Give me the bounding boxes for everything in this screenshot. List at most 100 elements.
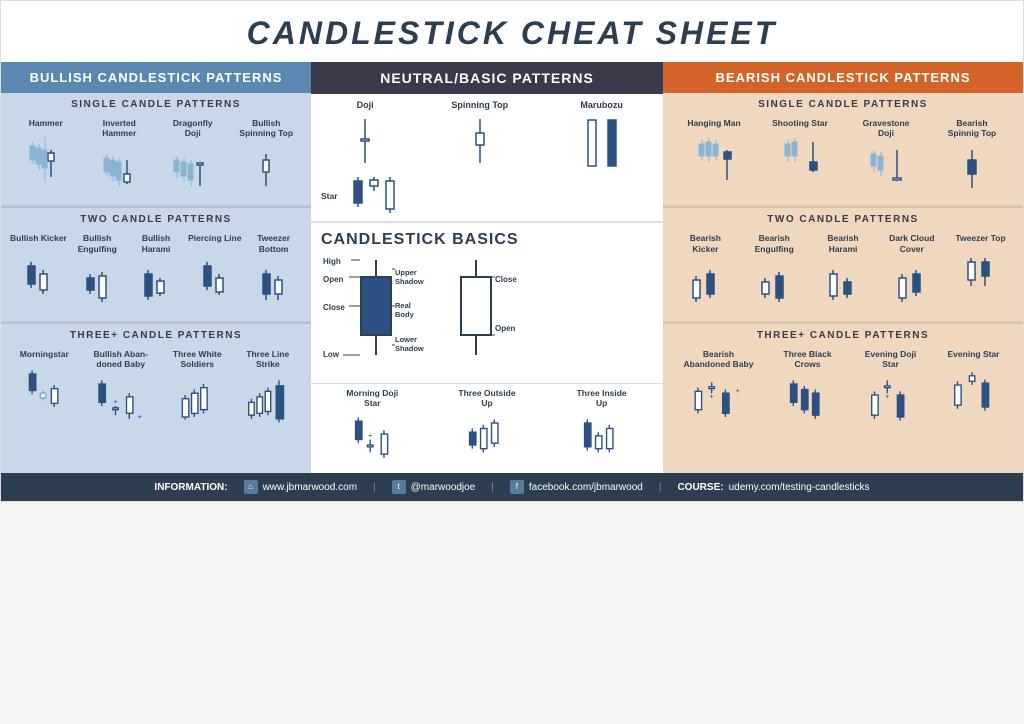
three-line-strike-icon xyxy=(240,373,295,428)
svg-text:+: + xyxy=(885,392,889,401)
pattern-bearish-harami: Bearish Harami xyxy=(814,233,872,312)
neutral-star-row: Star xyxy=(311,173,663,221)
morningstar-icon xyxy=(17,363,72,418)
pattern-three-inside-up: Three Inside Up xyxy=(573,388,631,467)
pattern-three-black-crows: Three Black Crows xyxy=(779,349,837,428)
footer-course-item: COURSE: udemy.com/testing-candlesticks xyxy=(677,482,869,493)
bearish-two-patterns: Bearish Kicker Bearish Engulfing xyxy=(663,229,1023,320)
basics-bearish-svg: High Open Close Low Upper Shadow xyxy=(321,255,441,375)
footer: INFORMATION: ⌂ www.jbmarwood.com | t @ma… xyxy=(1,473,1023,501)
bearish-abandoned-baby-icon: + + xyxy=(684,373,754,428)
bullish-three-patterns: Morningstar Bullish Aban-doned Ba xyxy=(1,345,311,436)
bearish-kicker-icon xyxy=(678,258,733,313)
basics-section: CANDLESTICK BASICS High xyxy=(311,221,663,383)
pattern-bullish-engulfing: Bullish Engulfing xyxy=(68,233,126,312)
svg-text:Shadow: Shadow xyxy=(395,344,424,353)
dark-cloud-cover-icon xyxy=(884,258,939,313)
neutral-spinning-top: Spinning Top xyxy=(451,100,508,173)
marubozu-white-icon xyxy=(584,116,600,171)
pattern-piercing-line: Piercing Line xyxy=(186,233,244,302)
bullish-two-patterns: Bullish Kicker Bullish Engulfing xyxy=(1,229,311,320)
inverted-hammer-icon xyxy=(92,142,147,197)
pattern-dragonfly-doji: Dragonfly Doji xyxy=(164,118,222,197)
pattern-evening-star: Evening Star xyxy=(945,349,1003,418)
bullish-spinning-top-icon xyxy=(239,142,294,197)
bullish-single-header: SINGLE CANDLE PATTERNS xyxy=(1,93,311,114)
bullish-three-header: THREE+ CANDLE PATTERNS xyxy=(1,323,311,345)
pattern-tweezer-top: Tweezer Top xyxy=(952,233,1010,302)
bearish-two-header: TWO CANDLE PATTERNS xyxy=(663,207,1023,229)
bullish-engulfing-icon xyxy=(70,258,125,313)
three-outside-up-icon xyxy=(459,412,514,467)
pattern-morningstar: Morningstar xyxy=(15,349,73,418)
bullish-two-header: TWO CANDLE PATTERNS xyxy=(1,207,311,229)
neutral-three-section: Morning Doji Star + xyxy=(311,383,663,473)
bullish-harami-icon xyxy=(128,258,183,313)
morning-doji-star-icon: + xyxy=(345,412,400,467)
footer-info: INFORMATION: xyxy=(154,482,227,493)
twitter-icon: t xyxy=(392,480,406,494)
pattern-bullish-spinning-top: Bullish Spinning Top xyxy=(237,118,295,197)
pattern-three-outside-up: Three Outside Up xyxy=(458,388,516,467)
gravestone-doji-icon xyxy=(859,142,914,197)
piercing-line-icon xyxy=(187,248,242,303)
hammer-icon xyxy=(18,132,73,187)
pattern-morning-doji-star: Morning Doji Star + xyxy=(343,388,401,467)
bearish-harami-icon xyxy=(815,258,870,313)
basics-diagram-bearish: High Open Close Low Upper Shadow xyxy=(321,255,441,375)
svg-text:Real: Real xyxy=(395,301,411,310)
svg-text:Open: Open xyxy=(323,275,344,284)
svg-text:+: + xyxy=(137,412,141,421)
svg-text:Open: Open xyxy=(495,324,516,333)
pattern-hanging-man: Hanging Man xyxy=(685,118,743,187)
pattern-bearish-engulfing: Bearish Engulfing xyxy=(745,233,803,312)
bullish-column: BULLISH CANDLESTICK PATTERNS SINGLE CAND… xyxy=(1,62,311,473)
svg-text:Lower: Lower xyxy=(395,335,417,344)
star-pattern-icon xyxy=(346,175,446,217)
pattern-bearish-abandoned-baby: Bearish Abandoned Baby + xyxy=(684,349,754,428)
spinning-top-icon xyxy=(466,113,494,173)
pattern-shooting-star: Shooting Star xyxy=(771,118,829,187)
svg-text:Close: Close xyxy=(323,303,345,312)
bearish-spinning-top-icon xyxy=(945,142,1000,197)
pattern-gravestone-doji: Gravestone Doji xyxy=(857,118,915,197)
shooting-star-icon xyxy=(773,132,828,187)
three-white-soldiers-icon xyxy=(170,373,225,428)
neutral-header: NEUTRAL/BASIC PATTERNS xyxy=(311,62,663,94)
bearish-single-patterns: Hanging Man xyxy=(663,114,1023,205)
basics-title: CANDLESTICK BASICS xyxy=(321,231,653,249)
bullish-single-patterns: Hammer xyxy=(1,114,311,205)
pattern-three-line-strike: Three Line Strike xyxy=(239,349,297,428)
bearish-engulfing-icon xyxy=(747,258,802,313)
tweezer-top-icon xyxy=(953,248,1008,303)
bearish-column: BEARISH CANDLESTICK PATTERNS SINGLE CAND… xyxy=(663,62,1023,473)
pattern-bullish-kicker: Bullish Kicker xyxy=(9,233,67,302)
pattern-evening-doji-star: Evening Doji Star + xyxy=(862,349,920,428)
svg-text:Body: Body xyxy=(395,310,415,319)
svg-text:+: + xyxy=(368,431,372,440)
bearish-single-header: SINGLE CANDLE PATTERNS xyxy=(663,93,1023,114)
pattern-bearish-spinning-top: Bearish Spinnig Top xyxy=(943,118,1001,197)
pattern-hammer: Hammer xyxy=(17,118,75,187)
svg-text:High: High xyxy=(323,257,341,266)
neutral-single-row: Doji Spinning Top Maru xyxy=(311,94,663,173)
pattern-bullish-abandoned-baby: Bullish Aban-doned Baby + xyxy=(86,349,156,428)
bullish-abandoned-baby-icon: + + xyxy=(86,373,156,428)
footer-home-item: ⌂ www.jbmarwood.com xyxy=(244,480,357,494)
pattern-bullish-harami: Bullish Harami xyxy=(127,233,185,312)
footer-facebook-item: f facebook.com/jbmarwood xyxy=(510,480,643,494)
svg-text:+: + xyxy=(735,386,739,395)
bullish-header: BULLISH CANDLESTICK PATTERNS xyxy=(1,62,311,93)
pattern-bearish-kicker: Bearish Kicker xyxy=(676,233,734,312)
svg-text:Close: Close xyxy=(495,275,517,284)
page: CANDLESTICK CHEAT SHEET BULLISH CANDLEST… xyxy=(0,0,1024,502)
svg-text:Upper: Upper xyxy=(395,268,417,277)
pattern-three-white-soldiers: Three White Soldiers xyxy=(168,349,226,428)
page-title: CANDLESTICK CHEAT SHEET xyxy=(1,1,1023,62)
pattern-dark-cloud-cover: Dark Cloud Cover xyxy=(883,233,941,312)
tweezer-bottom-icon xyxy=(246,258,301,313)
pattern-inverted-hammer: Inverted Hammer xyxy=(90,118,148,197)
bearish-three-patterns: Bearish Abandoned Baby + xyxy=(663,345,1023,436)
bearish-three-header: THREE+ CANDLE PATTERNS xyxy=(663,323,1023,345)
svg-text:Shadow: Shadow xyxy=(395,277,424,286)
